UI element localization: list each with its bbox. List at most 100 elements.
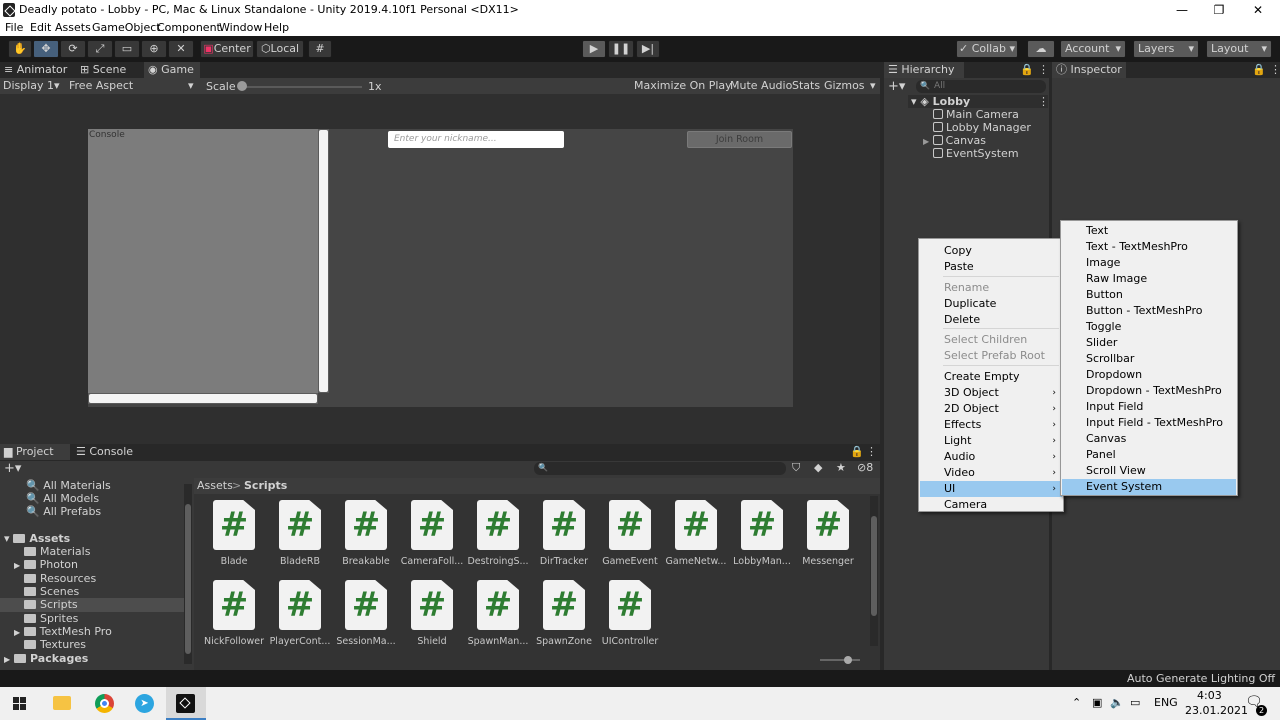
ui-submenu-item-dropdown[interactable]: Dropdown (1062, 367, 1236, 383)
ui-submenu-item-canvas[interactable]: Canvas (1062, 431, 1236, 447)
language-indicator[interactable]: ENG (1154, 696, 1178, 709)
console-scrollbar[interactable] (318, 129, 329, 393)
folder-textures[interactable]: Textures (24, 638, 86, 651)
console-hscrollbar-handle[interactable] (89, 394, 317, 403)
ui-submenu-item-event-system[interactable]: Event System (1062, 479, 1236, 495)
context-menu-item-effects[interactable]: Effects › (920, 417, 1062, 433)
clock-time[interactable]: 4:03 (1197, 689, 1222, 702)
script-asset[interactable]: # DirTracker (531, 500, 597, 576)
context-menu-item-audio[interactable]: Audio › (920, 449, 1062, 465)
cloud-services-icon[interactable]: ☁ (1027, 40, 1055, 58)
layout-dropdown[interactable]: Layout ▾ (1206, 40, 1272, 58)
script-asset[interactable]: # SessionMa... (333, 580, 399, 656)
script-asset[interactable]: # Shield (399, 580, 465, 656)
script-asset[interactable]: # PlayerCont... (267, 580, 333, 656)
account-dropdown[interactable]: Account ▾ (1060, 40, 1126, 58)
file-explorer-icon[interactable] (42, 687, 82, 720)
tab-project[interactable]: ▆ Project (0, 444, 70, 460)
context-menu-item-video[interactable]: Video › (920, 465, 1062, 481)
ui-submenu-item-text[interactable]: Text (1062, 223, 1236, 239)
favorites-star-icon[interactable]: ★ (836, 461, 846, 474)
context-menu-item-create-empty[interactable]: Create Empty (920, 369, 1062, 385)
stats-toggle[interactable]: Stats (792, 79, 820, 92)
menu-edit[interactable]: Edit (30, 21, 51, 34)
grid-snap-icon[interactable]: # (308, 40, 332, 58)
lighting-status-text[interactable]: Auto Generate Lighting Off (1127, 672, 1275, 685)
ui-submenu-item-input-field-textmeshpro[interactable]: Input Field - TextMeshPro (1062, 415, 1236, 431)
context-menu-item-2d-object[interactable]: 2D Object › (920, 401, 1062, 417)
script-asset[interactable]: # DestroingS... (465, 500, 531, 576)
aspect-dropdown[interactable]: Free Aspect (69, 79, 133, 92)
hierarchy-search-input[interactable]: All (916, 80, 1046, 93)
console-hscrollbar[interactable] (88, 393, 318, 404)
aspect-chevron-icon[interactable]: ▾ (188, 79, 194, 92)
context-menu-item-light[interactable]: Light › (920, 433, 1062, 449)
pause-button[interactable]: ❚❚ (608, 40, 634, 58)
context-menu-item-paste[interactable]: Paste (920, 259, 1062, 275)
folder-packages[interactable]: ▶ Packages (4, 652, 88, 665)
scale-slider-thumb[interactable] (237, 81, 247, 91)
script-asset[interactable]: # UIController (597, 580, 663, 656)
collab-button[interactable]: ✓ Collab ▾ (956, 40, 1018, 58)
script-asset[interactable]: # GameEvent (597, 500, 663, 576)
move-tool-icon[interactable]: ✥ (33, 40, 59, 58)
close-button[interactable]: ✕ (1240, 0, 1276, 20)
tab-inspector[interactable]: ⓘ Inspector (1052, 62, 1126, 78)
script-asset[interactable]: # SpawnZone (531, 580, 597, 656)
scale-slider-track[interactable] (240, 86, 362, 88)
tab-game[interactable]: ◉ Game (144, 62, 200, 78)
nickname-input[interactable]: Enter your nickname... (388, 131, 564, 148)
icon-size-slider[interactable] (820, 659, 860, 661)
context-menu-item-3d-object[interactable]: 3D Object › (920, 385, 1062, 401)
hand-tool-icon[interactable]: ✋ (8, 40, 32, 58)
chrome-icon[interactable] (84, 687, 124, 720)
play-button[interactable]: ▶ (582, 40, 606, 58)
context-menu-item-ui[interactable]: UI › (920, 481, 1062, 497)
ui-submenu-item-panel[interactable]: Panel (1062, 447, 1236, 463)
tab-console[interactable]: ☰ Console (72, 444, 142, 460)
folder-photon[interactable]: ▶ Photon (14, 558, 78, 571)
breadcrumb-scripts[interactable]: Scripts (244, 479, 287, 492)
project-search-input[interactable] (534, 462, 786, 475)
more-options-icon[interactable]: ⋮ (866, 445, 877, 458)
scene-menu-icon[interactable]: ⋮ (1038, 95, 1049, 108)
tab-hierarchy[interactable]: ☰ Hierarchy (884, 62, 964, 78)
volume-icon[interactable]: 🔈 (1110, 696, 1124, 709)
display-chevron-icon[interactable]: ▾ (54, 79, 60, 92)
more-options-icon[interactable]: ⋮ (1038, 63, 1049, 76)
context-menu-item-duplicate[interactable]: Duplicate (920, 296, 1062, 312)
lock-icon[interactable]: 🔒 (850, 445, 864, 458)
transform-tool-icon[interactable]: ⊕ (141, 40, 167, 58)
menu-component[interactable]: Component (157, 21, 221, 34)
favorite-all-prefabs[interactable]: 🔍 All Prefabs (26, 505, 101, 518)
expand-arrow-icon[interactable]: ▶ (923, 137, 929, 146)
tab-animator[interactable]: ≡ Animator (0, 62, 70, 78)
script-asset[interactable]: # CameraFoll... (399, 500, 465, 576)
maximize-on-play-toggle[interactable]: Maximize On Play (634, 79, 732, 92)
hierarchy-item-canvas[interactable]: ▶ Canvas (923, 134, 986, 147)
more-options-icon[interactable]: ⋮ (1270, 63, 1280, 76)
script-asset[interactable]: # Blade (201, 500, 267, 576)
script-asset[interactable]: # SpawnMan... (465, 580, 531, 656)
display-dropdown[interactable]: Display 1 (3, 79, 54, 92)
script-asset[interactable]: # BladeRB (267, 500, 333, 576)
folder-scripts[interactable]: Scripts (24, 598, 78, 611)
ui-submenu-item-scroll-view[interactable]: Scroll View (1062, 463, 1236, 479)
ui-submenu-item-scrollbar[interactable]: Scrollbar (1062, 351, 1236, 367)
menu-gameobject[interactable]: GameObject (92, 21, 161, 34)
join-room-button[interactable]: Join Room (687, 131, 792, 148)
scrollbar-handle[interactable] (871, 516, 877, 616)
windows-start-icon[interactable] (0, 687, 40, 720)
favorite-all-models[interactable]: 🔍 All Models (26, 492, 99, 505)
hierarchy-item-eventsystem[interactable]: EventSystem (933, 147, 1019, 160)
console-scrollbar-handle[interactable] (319, 130, 328, 392)
gizmos-chevron-icon[interactable]: ▾ (870, 79, 876, 92)
menu-file[interactable]: File (5, 21, 23, 34)
step-button[interactable]: ▶| (636, 40, 660, 58)
hierarchy-item-lobby-manager[interactable]: Lobby Manager (933, 121, 1031, 134)
hierarchy-item-main-camera[interactable]: Main Camera (933, 108, 1019, 121)
custom-tool-icon[interactable]: ✕ (168, 40, 194, 58)
create-asset-button[interactable]: +▾ (4, 461, 21, 476)
telegram-icon[interactable]: ➤ (124, 687, 164, 720)
script-asset[interactable]: # Messenger (795, 500, 861, 576)
